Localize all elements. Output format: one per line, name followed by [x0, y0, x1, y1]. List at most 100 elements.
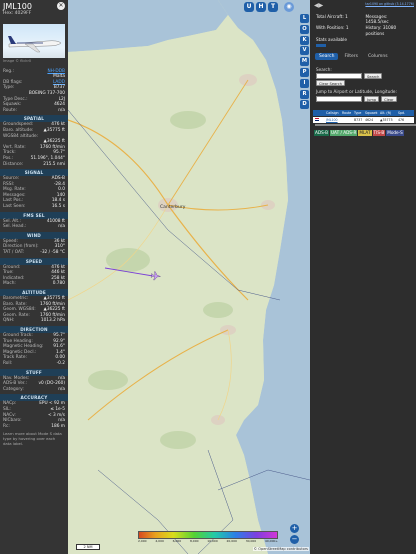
flag-icon — [315, 118, 319, 122]
info-row: Distance: 215.5 nmi — [0, 162, 68, 168]
column-header[interactable]: Squawk — [364, 110, 379, 116]
total-aircraft: Total Aircraft: 1 — [316, 14, 348, 19]
collapse-arrows-icon[interactable]: ◀▶ — [314, 2, 323, 8]
source-uat: UAT / ADS-R — [329, 129, 358, 136]
map-button-u[interactable]: U — [244, 2, 254, 12]
footer-text: Learn more about Mode S data type by hov… — [3, 431, 62, 446]
table-cell: 4624 — [365, 117, 374, 122]
info-value: 186 m — [51, 423, 65, 429]
tab-search[interactable]: Search — [315, 53, 339, 61]
messages-rate: Messages: 1458.5/sec — [365, 14, 389, 25]
info-value: 0.780 — [52, 281, 65, 287]
layers-icon[interactable]: ◉ — [284, 2, 294, 12]
toggle-button-o[interactable]: O — [300, 24, 309, 34]
info-value: -0.2 — [56, 360, 65, 366]
toggle-button-m[interactable]: M — [300, 57, 309, 67]
info-label: WGS84 altitude: — [3, 133, 39, 139]
close-icon[interactable]: ✕ — [57, 2, 65, 10]
table-cell: 476 — [398, 117, 405, 122]
zoom-out-button[interactable]: − — [290, 535, 299, 544]
column-header-flag — [313, 110, 325, 116]
column-header[interactable]: Alt. (ft) — [379, 110, 397, 116]
info-row: Category: n/a — [0, 387, 68, 393]
toggle-button-i[interactable]: I — [300, 78, 309, 88]
map-view[interactable]: Canterbury U H T ◉ 2,000 4,000 6,000 8,0… — [68, 0, 310, 554]
info-label: Category: — [3, 386, 24, 392]
toggle-button-k[interactable]: K — [300, 35, 309, 45]
section-header: DIRECTION — [0, 325, 68, 333]
clear-button[interactable]: Clear — [381, 95, 397, 102]
aircraft-list-panel: ◀▶ tar1090 on github (3.14.1776) Total A… — [311, 0, 416, 554]
section-header: FMS SEL — [0, 211, 68, 219]
info-row: TAT / OAT: -32 / -58 °C — [0, 250, 68, 256]
info-value: 16.5 s — [51, 204, 65, 210]
map-button-t[interactable]: T — [268, 2, 278, 12]
legend-label: 30,000 — [245, 539, 257, 543]
stats-block: Total Aircraft: 1 Messages: 1458.5/sec W… — [311, 12, 416, 44]
legend-label: 40,000+ — [264, 539, 278, 543]
info-label: Reg.: — [3, 68, 14, 74]
map-button-h[interactable]: H — [256, 2, 266, 12]
info-value: -32 / -58 °C — [40, 250, 65, 256]
toggle-button-d[interactable]: D — [300, 100, 309, 110]
column-header[interactable]: Spd. — [397, 110, 407, 116]
aircraft-photo[interactable] — [3, 24, 65, 58]
jump-button[interactable]: Jump — [364, 95, 380, 102]
legend-label: 10,000 — [207, 539, 218, 543]
aircraft-table: Callsign Route Type Squawk Alt. (ft) Spd… — [313, 109, 416, 126]
info-value: n/a — [58, 386, 65, 392]
horizontal-scrollbar[interactable] — [315, 123, 416, 126]
right-panel-top: ◀▶ tar1090 on github (3.14.1776) — [311, 0, 416, 12]
tar1090-app: JML100 Hex: 4029FF ✕ Image © flickr0 Reg… — [0, 0, 416, 554]
section-header: WIND — [0, 231, 68, 239]
source-adsb: ADS-B — [314, 129, 329, 136]
toggle-button-p[interactable]: P — [300, 67, 309, 77]
tab-columns[interactable]: Columns — [364, 53, 392, 60]
toggle-button-v[interactable]: V — [300, 46, 309, 56]
legend-label: 4,000 — [155, 539, 164, 543]
column-header[interactable]: Callsign — [325, 110, 341, 116]
legend-label: 6,000 — [172, 539, 182, 543]
column-header[interactable]: Type — [353, 110, 364, 116]
jump-label: Jump to Airport or Latitude, Longitude: — [316, 89, 397, 95]
info-value: ▲35775 ft — [43, 127, 65, 133]
info-label: Sel. Head.: — [3, 224, 27, 230]
section-header: ALTITUDE — [0, 289, 68, 296]
status-indicator — [316, 44, 326, 48]
place-label: Canterbury — [160, 205, 186, 210]
toggle-button-l[interactable]: L — [300, 14, 309, 23]
toggle-button-column: LOKVMPIRD — [300, 14, 310, 111]
legend-label: 8,000 — [189, 539, 199, 543]
table-header: Callsign Route Type Squawk Alt. (ft) Spd… — [313, 109, 414, 116]
aircraft-info-panel: JML100 Hex: 4029FF ✕ Image © flickr0 Reg… — [0, 0, 68, 554]
info-label: TAT / OAT: — [3, 250, 25, 256]
info-row: Sel. Head.: n/a — [0, 224, 68, 230]
column-header[interactable]: Route — [341, 110, 353, 116]
search-button[interactable]: Search — [364, 73, 383, 80]
map-attribution[interactable]: © OpenStreetMap contributors — [252, 547, 309, 551]
info-value: 1013.2 hPa — [40, 318, 65, 324]
stats-available[interactable]: Stats available — [316, 37, 362, 42]
info-label: Distance: — [3, 161, 24, 167]
aircraft-header: JML100 Hex: 4029FF ✕ — [0, 0, 68, 22]
github-link[interactable]: tar1090 on github (3.14.1776) — [365, 2, 414, 7]
source-tisb: TIS-B — [372, 129, 386, 136]
zoom-in-button[interactable]: + — [290, 524, 299, 533]
clear-search-button[interactable]: Clear Search — [316, 80, 345, 87]
callsign: JML100 — [3, 2, 32, 11]
info-label: Roll: — [3, 360, 13, 366]
table-cell — [341, 117, 353, 123]
search-section: Search: Search Clear Search Jump to Airp… — [311, 60, 416, 105]
photo-credit: Image © flickr0 — [3, 59, 32, 63]
toggle-button-r[interactable]: R — [300, 89, 309, 99]
search-input[interactable] — [316, 73, 362, 80]
aircraft-photo-image — [8, 36, 62, 53]
table-row[interactable]: JML100 B737 4624 ▲35775 476 — [313, 116, 414, 123]
table-cell[interactable]: JML100 — [325, 117, 341, 123]
basic-info: Reg.: NH-DDB Malta DB flags: LADD Type: B737 BO… — [0, 69, 68, 114]
info-row: QNH: 1013.2 hPa — [0, 318, 68, 324]
jump-input[interactable] — [316, 95, 362, 102]
tab-filters[interactable]: Filters — [340, 53, 362, 60]
altitude-legend-labels: 2,000 4,000 6,000 8,000 10,000 20,000 30… — [138, 539, 278, 543]
info-label: QNH: — [3, 318, 15, 324]
